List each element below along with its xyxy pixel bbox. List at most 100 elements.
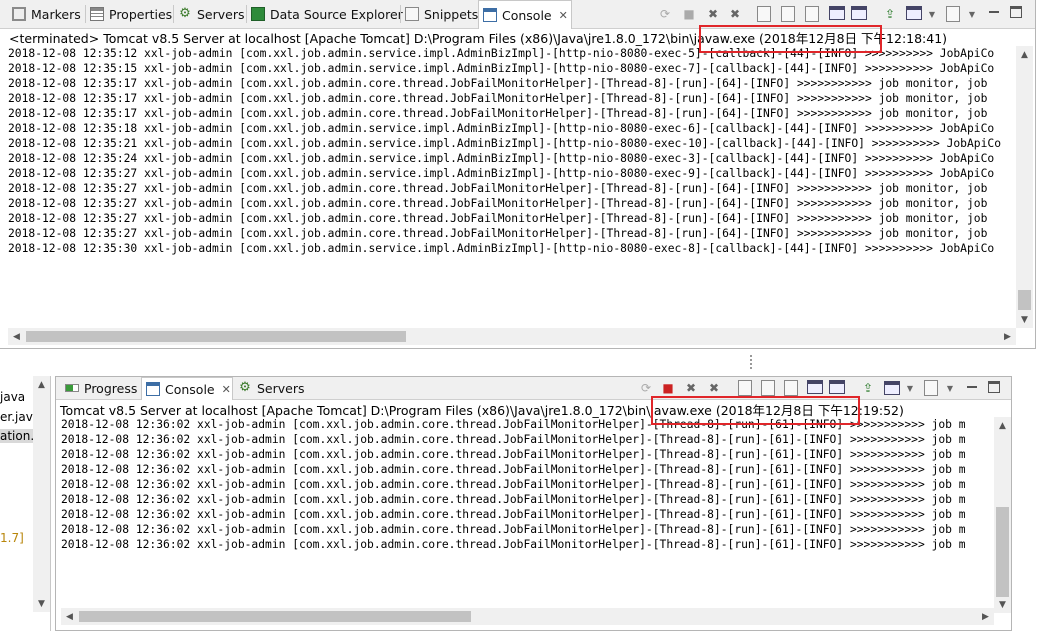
- scroll-lock-icon[interactable]: [761, 380, 775, 396]
- log-line: 2018-12-08 12:35:27 xxl-job-admin [com.x…: [8, 227, 988, 240]
- scroll-right-icon[interactable]: ▶: [977, 608, 994, 625]
- remove-launch-icon[interactable]: ✖: [705, 6, 721, 22]
- log-line: 2018-12-08 12:36:02 xxl-job-admin [com.x…: [61, 478, 966, 491]
- vertical-scrollbar[interactable]: ▲ ▼: [994, 417, 1011, 613]
- log-line: 2018-12-08 12:35:27 xxl-job-admin [com.x…: [8, 197, 988, 210]
- close-icon[interactable]: ✕: [222, 383, 231, 396]
- tab-label: Markers: [31, 6, 81, 22]
- tab-label: Console: [502, 7, 552, 23]
- horizontal-scrollbar[interactable]: ◀ ▶: [8, 328, 1016, 345]
- show-stderr-icon[interactable]: [829, 380, 845, 394]
- scroll-lock-icon[interactable]: [781, 6, 795, 22]
- scroll-thumb[interactable]: [26, 331, 406, 342]
- remove-launch-icon[interactable]: ✖: [683, 380, 699, 396]
- markers-icon: [12, 7, 26, 21]
- log-line: 2018-12-08 12:35:27 xxl-job-admin [com.x…: [8, 212, 988, 225]
- scroll-down-icon[interactable]: ▼: [994, 596, 1011, 613]
- pin-console-icon[interactable]: ⇪: [882, 6, 898, 22]
- properties-icon: [90, 7, 104, 21]
- servers-icon: ⚙: [179, 6, 191, 21]
- data-source-icon: [251, 7, 265, 21]
- display-console-icon[interactable]: [906, 6, 922, 20]
- scroll-left-icon[interactable]: ◀: [61, 608, 78, 625]
- tab-console[interactable]: Console ✕: [478, 0, 572, 29]
- terminate-icon[interactable]: ■: [681, 6, 697, 22]
- tab-label: Snippets: [424, 6, 479, 22]
- minimize-button[interactable]: [966, 381, 978, 393]
- log-line: 2018-12-08 12:36:02 xxl-job-admin [com.x…: [61, 538, 966, 551]
- terminate-icon[interactable]: ■: [660, 380, 676, 396]
- clear-console-icon[interactable]: [738, 380, 752, 396]
- log-line: 2018-12-08 12:35:18 xxl-job-admin [com.x…: [8, 122, 995, 135]
- scroll-up-icon[interactable]: ▲: [994, 417, 1011, 434]
- show-stderr-icon[interactable]: [851, 6, 867, 20]
- chevron-down-icon[interactable]: ▼: [902, 380, 918, 396]
- chevron-down-icon[interactable]: ▼: [924, 6, 940, 22]
- tab-console[interactable]: Console ✕: [141, 377, 233, 400]
- list-item[interactable]: java: [0, 390, 25, 404]
- scroll-thumb[interactable]: [996, 507, 1009, 597]
- tab-markers[interactable]: Markers: [8, 0, 84, 28]
- vertical-scrollbar[interactable]: ▲ ▼: [33, 376, 50, 612]
- log-line: 2018-12-08 12:36:02 xxl-job-admin [com.x…: [61, 508, 966, 521]
- servers-icon: ⚙: [239, 380, 251, 395]
- list-item[interactable]: er.jav: [0, 410, 33, 424]
- scroll-thumb[interactable]: [79, 611, 471, 622]
- log-line: 2018-12-08 12:35:17 xxl-job-admin [com.x…: [8, 107, 988, 120]
- show-stdout-icon[interactable]: [829, 6, 845, 20]
- new-console-icon[interactable]: [924, 380, 938, 396]
- log-line: 2018-12-08 12:35:27 xxl-job-admin [com.x…: [8, 182, 988, 195]
- remove-all-icon[interactable]: ✖: [706, 380, 722, 396]
- log-line: 2018-12-08 12:35:17 xxl-job-admin [com.x…: [8, 92, 988, 105]
- tab-servers[interactable]: ⚙ Servers: [174, 0, 244, 28]
- view-sash[interactable]: [0, 349, 1049, 376]
- chevron-down-icon[interactable]: ▼: [964, 6, 980, 22]
- console-icon: [146, 382, 160, 396]
- horizontal-scrollbar[interactable]: ◀ ▶: [61, 608, 994, 625]
- console-output[interactable]: 2018-12-08 12:35:12 xxl-job-admin [com.x…: [8, 46, 1017, 256]
- tab-properties[interactable]: Properties: [86, 0, 172, 28]
- tab-label: Servers: [197, 6, 245, 22]
- log-line: 2018-12-08 12:35:24 xxl-job-admin [com.x…: [8, 152, 995, 165]
- scroll-down-icon[interactable]: ▼: [33, 595, 50, 612]
- scroll-thumb[interactable]: [1018, 290, 1031, 310]
- highlight-box-bottom: [651, 396, 860, 425]
- new-console-icon[interactable]: [946, 6, 960, 22]
- vertical-scrollbar[interactable]: ▲ ▼: [1016, 46, 1033, 328]
- snippets-icon: [405, 7, 419, 21]
- tab-snippets[interactable]: Snippets: [401, 0, 479, 28]
- pin-icon[interactable]: ⟳: [638, 380, 654, 396]
- maximize-button[interactable]: [988, 381, 1000, 393]
- log-line: 2018-12-08 12:35:17 xxl-job-admin [com.x…: [8, 77, 988, 90]
- word-wrap-icon[interactable]: [805, 6, 819, 22]
- minimize-button[interactable]: [988, 6, 1000, 18]
- pin-icon[interactable]: ⟳: [657, 6, 673, 22]
- sash-handle[interactable]: [750, 355, 752, 371]
- word-wrap-icon[interactable]: [784, 380, 798, 396]
- pin-console-icon[interactable]: ⇪: [860, 380, 876, 396]
- close-icon[interactable]: ✕: [559, 9, 568, 22]
- scroll-left-icon[interactable]: ◀: [8, 328, 25, 345]
- chevron-down-icon[interactable]: ▼: [942, 380, 958, 396]
- highlight-box-top: [699, 25, 882, 53]
- process-label: Tomcat v8.5 Server at localhost [Apache …: [60, 403, 712, 418]
- clear-console-icon[interactable]: [757, 6, 771, 22]
- tab-progress[interactable]: Progress: [61, 377, 141, 399]
- maximize-button[interactable]: [1010, 6, 1022, 18]
- tab-label: Data Source Explorer: [270, 6, 403, 22]
- bottom-console-view: Progress Console ✕ ⚙ Servers ⟳ ■ ✖ ✖ ⇪ ▼…: [55, 376, 1012, 631]
- tab-servers[interactable]: ⚙ Servers: [234, 377, 306, 399]
- package-explorer-fragment: java er.jav ation.j 1.7] ▲ ▼: [0, 376, 51, 631]
- scroll-right-icon[interactable]: ▶: [999, 328, 1016, 345]
- tab-data-source-explorer[interactable]: Data Source Explorer: [247, 0, 403, 28]
- console-output[interactable]: 2018-12-08 12:36:02 xxl-job-admin [com.x…: [61, 417, 993, 613]
- tab-label: Progress: [84, 380, 138, 396]
- scroll-up-icon[interactable]: ▲: [1016, 46, 1033, 63]
- list-item-selected[interactable]: ation.j: [0, 429, 38, 443]
- log-line: 2018-12-08 12:36:02 xxl-job-admin [com.x…: [61, 433, 966, 446]
- scroll-down-icon[interactable]: ▼: [1016, 311, 1033, 328]
- scroll-up-icon[interactable]: ▲: [33, 376, 50, 393]
- display-console-icon[interactable]: [884, 381, 900, 395]
- show-stdout-icon[interactable]: [807, 380, 823, 394]
- remove-all-icon[interactable]: ✖: [727, 6, 743, 22]
